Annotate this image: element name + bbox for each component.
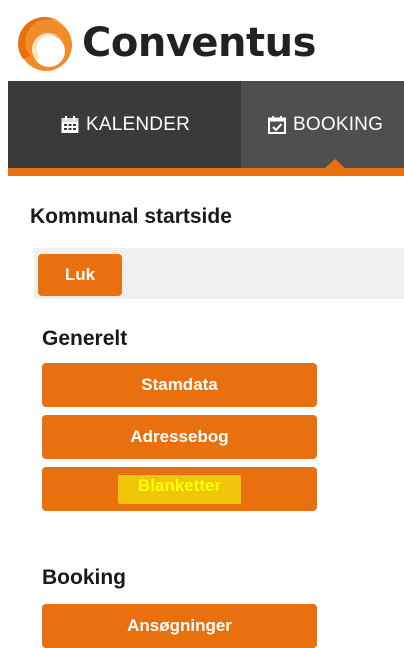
calendar-check-icon xyxy=(267,115,287,135)
conventus-logo-icon xyxy=(18,17,72,71)
page-title: Kommunal startside xyxy=(30,205,232,228)
close-button[interactable]: Luk xyxy=(38,254,122,296)
active-tab-caret xyxy=(324,159,346,169)
ansogninger-button[interactable]: Ansøgninger xyxy=(42,604,317,648)
tab-booking[interactable]: BOOKING xyxy=(241,81,404,168)
main-nav: KALENDER BOOKING xyxy=(8,81,404,168)
stamdata-button[interactable]: Stamdata xyxy=(42,363,317,407)
adressebog-button[interactable]: Adressebog xyxy=(42,415,317,459)
tab-kalender-label: KALENDER xyxy=(86,113,191,135)
nav-active-underline xyxy=(8,168,404,176)
tab-kalender[interactable]: KALENDER xyxy=(8,81,241,168)
app-logo[interactable]: Conventus xyxy=(16,14,316,72)
brand-name: Conventus xyxy=(82,20,316,66)
blanketter-button[interactable]: Blanketter xyxy=(42,467,317,511)
section-title-booking: Booking xyxy=(42,566,126,589)
tab-booking-label: BOOKING xyxy=(293,113,384,135)
calendar-icon xyxy=(60,115,80,135)
blanketter-highlighted-label: Blanketter xyxy=(117,474,242,504)
section-title-general: Generelt xyxy=(42,327,128,350)
